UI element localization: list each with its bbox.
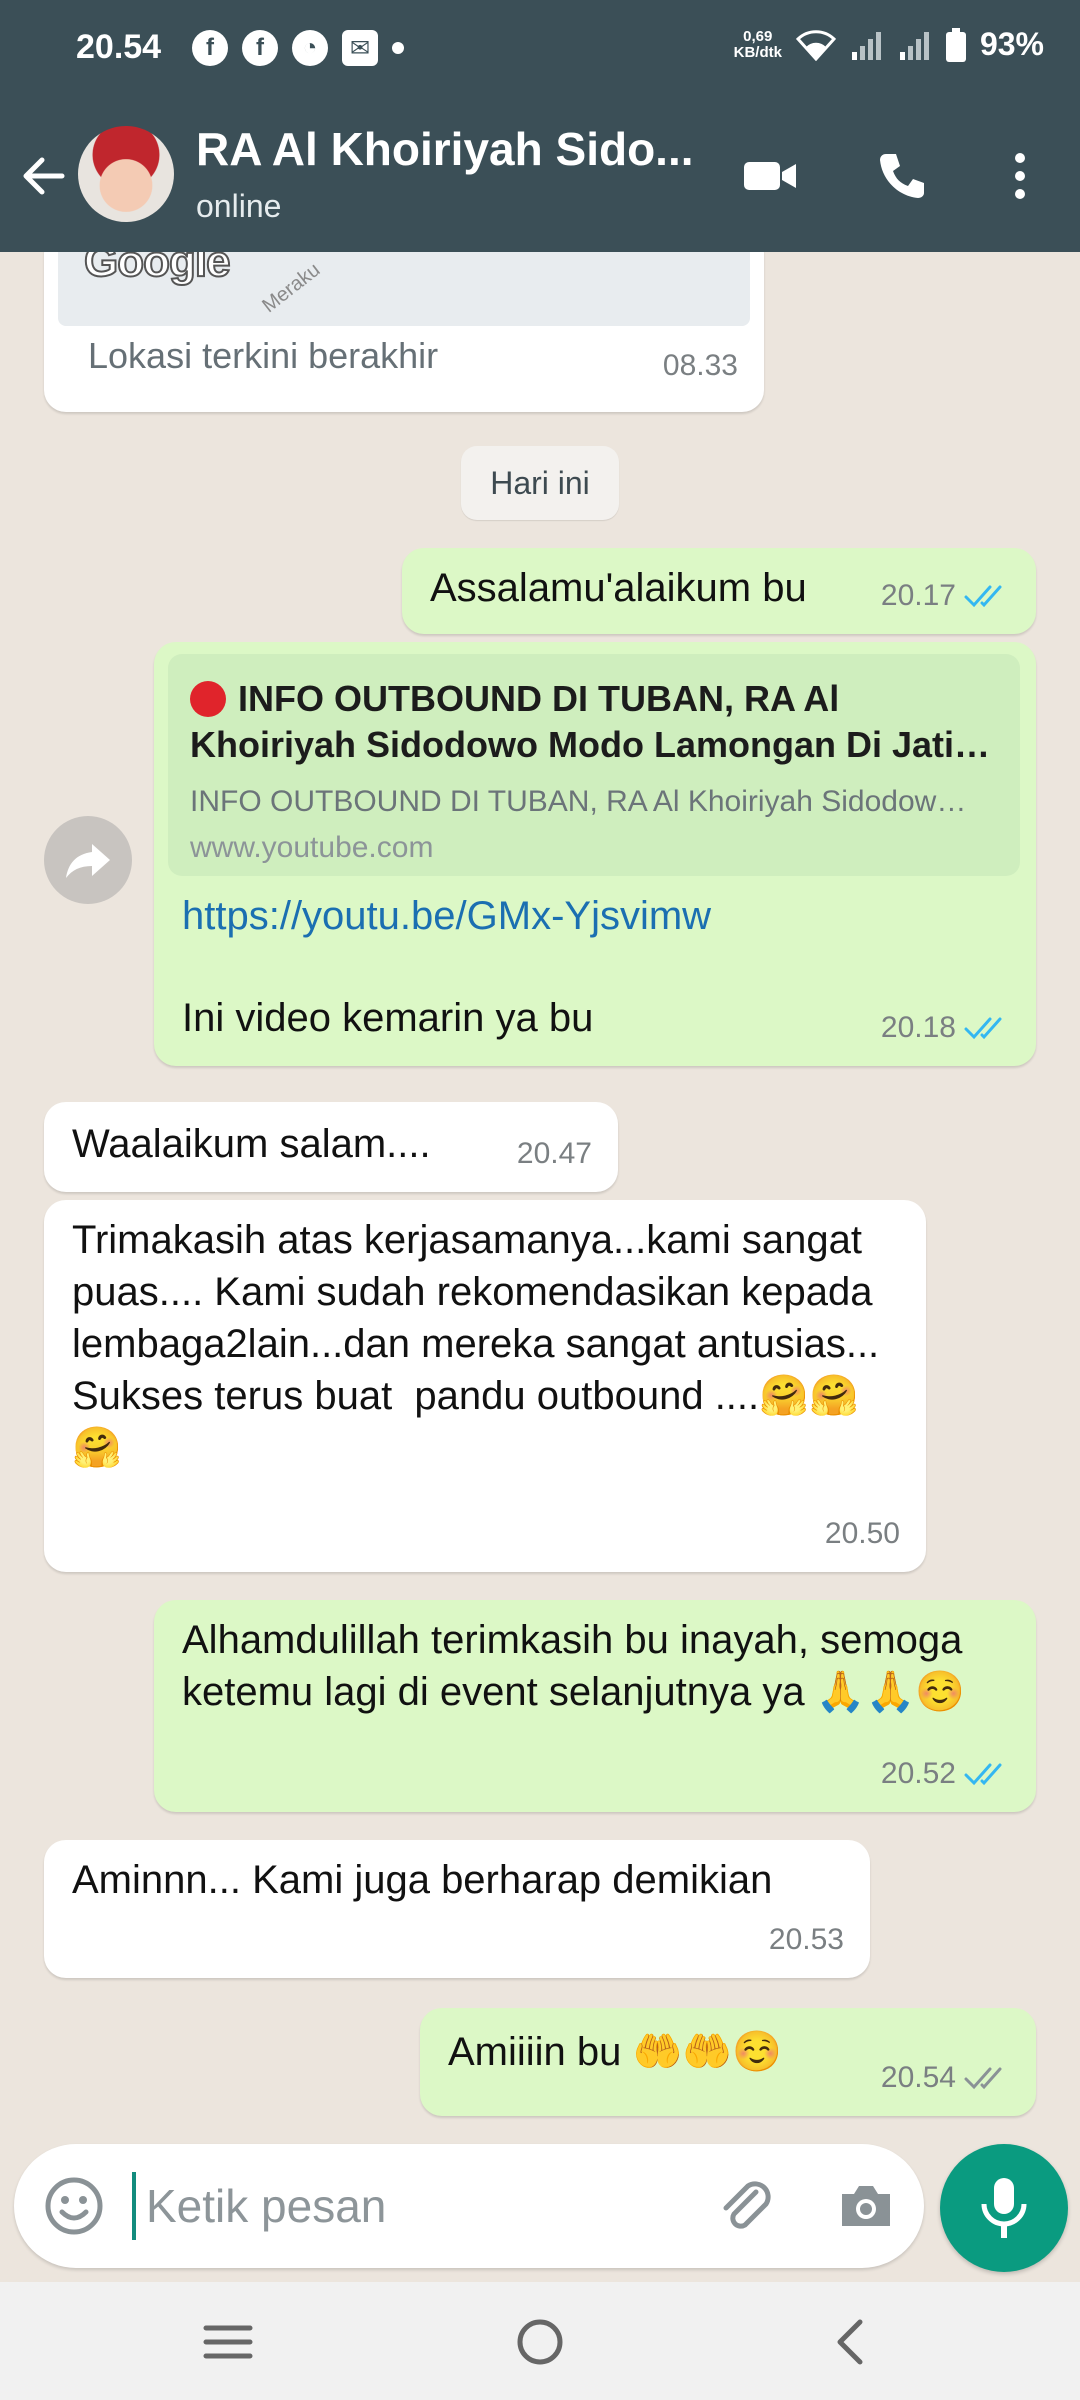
back-arrow-icon[interactable]	[18, 150, 70, 202]
message-outgoing[interactable]: Amiiiin bu 🤲🤲☺️ 20.54	[420, 2008, 1036, 2116]
message-time: 20.53	[768, 1923, 844, 1956]
voice-record-button[interactable]	[940, 2144, 1068, 2272]
location-status-text: Lokasi terkini berakhir	[88, 335, 439, 376]
message-meta: 20.50	[825, 1508, 900, 1560]
map-preview[interactable]: Google Meraku	[58, 252, 750, 326]
signal-icon	[851, 31, 881, 60]
message-text: Alhamdulillah terimkasih bu inayah, semo…	[182, 1618, 974, 1714]
video-call-icon[interactable]	[740, 146, 800, 206]
message-incoming[interactable]: Waalaikum salam.... 20.47	[44, 1102, 618, 1192]
message-list[interactable]: Google Meraku Lokasi terkini berakhir 08…	[0, 252, 1080, 2152]
message-meta: 20.52	[881, 1748, 1010, 1800]
attach-icon[interactable]	[714, 2174, 778, 2238]
battery-icon	[945, 27, 966, 62]
message-time: 20.47	[516, 1137, 592, 1170]
home-icon[interactable]	[510, 2312, 570, 2372]
message-outgoing[interactable]: Alhamdulillah terimkasih bu inayah, semo…	[154, 1600, 1036, 1812]
status-bar: 20.54 f f ◔ ✉ 0,69 KB/dtk 93%	[0, 0, 1080, 100]
double-tick-delivered-icon	[964, 2067, 1002, 2090]
link-preview-domain: www.youtube.com	[190, 831, 434, 864]
message-time: 20.17	[880, 579, 956, 612]
camera-icon[interactable]	[834, 2174, 898, 2238]
status-right: 0,69 KB/dtk 93%	[734, 26, 1044, 63]
double-tick-read-icon	[964, 1763, 1002, 1786]
network-speed: 0,69 KB/dtk	[733, 27, 782, 61]
avatar[interactable]	[78, 126, 174, 222]
status-time: 20.54	[76, 28, 162, 66]
chat-status: online	[196, 188, 282, 224]
speedometer-icon: ◔	[292, 30, 328, 66]
battery-percent: 93%	[979, 26, 1044, 62]
chat-title[interactable]: RA Al Khoiriyah Sido...	[196, 122, 694, 176]
message-composer	[14, 2144, 924, 2268]
back-nav-icon[interactable]	[822, 2312, 882, 2372]
google-logo: Google	[83, 252, 232, 287]
facebook-icon: f	[192, 30, 228, 66]
map-street-label: Meraku	[258, 258, 325, 318]
red-circle-icon	[190, 681, 226, 717]
more-options-icon[interactable]	[990, 146, 1050, 206]
location-message[interactable]: Google Meraku Lokasi terkini berakhir 08…	[44, 252, 764, 412]
date-divider: Hari ini	[461, 446, 619, 520]
message-outgoing-link[interactable]: INFO OUTBOUND DI TUBAN, RA Al Khoiriyah …	[154, 642, 1036, 1066]
message-meta: 08.33	[663, 340, 738, 392]
facebook-icon: f	[242, 30, 278, 66]
message-time: 20.50	[824, 1517, 900, 1550]
message-incoming[interactable]: Aminnn... Kami juga berharap demikian 20…	[44, 1840, 870, 1978]
message-outgoing[interactable]: Assalamu'alaikum bu 20.17	[402, 548, 1036, 634]
app-bar: 20.54 f f ◔ ✉ 0,69 KB/dtk 93% RA Al Khoi…	[0, 0, 1080, 252]
emoji-icon[interactable]	[40, 2172, 108, 2240]
wifi-icon	[795, 29, 836, 61]
link-preview[interactable]: INFO OUTBOUND DI TUBAN, RA Al Khoiriyah …	[168, 654, 1020, 876]
message-time: 20.18	[880, 1011, 956, 1044]
phone-call-icon[interactable]	[872, 146, 932, 206]
message-time: 20.52	[880, 1757, 956, 1790]
double-tick-read-icon	[964, 585, 1002, 608]
message-meta: 20.53	[769, 1914, 844, 1966]
message-text: Amiiiin bu 🤲🤲☺️	[448, 2030, 782, 2074]
double-tick-read-icon	[964, 1017, 1002, 1040]
signal-icon	[899, 31, 929, 60]
message-link[interactable]: https://youtu.be/GMx-Yjsvimw	[182, 890, 711, 942]
dot-icon	[392, 42, 404, 54]
message-meta: 20.47	[517, 1128, 592, 1180]
message-input[interactable]	[132, 2172, 692, 2240]
link-preview-title: INFO OUTBOUND DI TUBAN, RA Al Khoiriyah …	[190, 678, 990, 765]
link-preview-description: INFO OUTBOUND DI TUBAN, RA Al Khoiriyah …	[190, 785, 967, 818]
message-text: Ini video kemarin ya bu	[182, 996, 594, 1040]
microphone-icon	[981, 2178, 1027, 2238]
notification-icons: f f ◔ ✉	[192, 30, 404, 66]
message-text: Aminnn... Kami juga berharap demikian	[72, 1858, 773, 1902]
message-text: Waalaikum salam....	[72, 1122, 431, 1166]
message-meta: 20.17	[881, 570, 1010, 622]
message-time: 08.33	[662, 349, 738, 382]
mail-icon: ✉	[342, 30, 378, 66]
recent-apps-icon[interactable]	[198, 2312, 258, 2372]
forward-button[interactable]	[44, 816, 132, 904]
message-incoming[interactable]: Trimakasih atas kerjasamanya...kami sang…	[44, 1200, 926, 1572]
system-nav-bar	[0, 2282, 1080, 2400]
forward-icon	[66, 844, 110, 878]
chat-header: RA Al Khoiriyah Sido... online	[0, 110, 1080, 252]
message-time: 20.54	[880, 2061, 956, 2094]
message-meta: 20.54	[881, 2052, 1010, 2104]
message-text: Trimakasih atas kerjasamanya...kami sang…	[72, 1218, 902, 1470]
message-text: Assalamu'alaikum bu	[430, 566, 807, 610]
message-meta: 20.18	[881, 1002, 1010, 1054]
